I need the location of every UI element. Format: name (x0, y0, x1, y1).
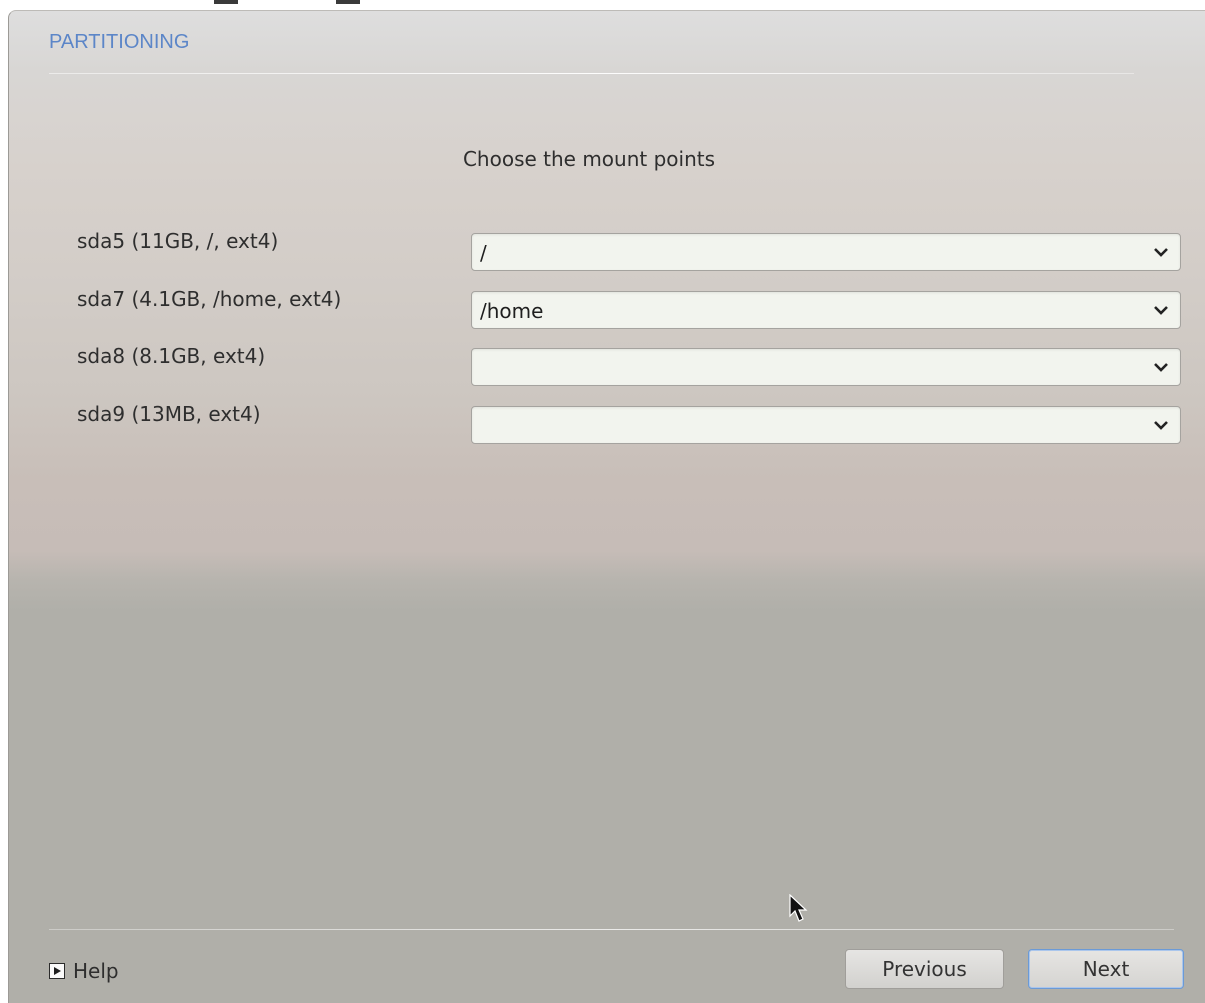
title-divider (49, 73, 1134, 74)
partition-row-sda7: sda7 (4.1GB, /home, ext4) /home (9, 287, 1205, 331)
partition-label: sda9 (13MB, ext4) (77, 402, 261, 426)
partition-label: sda8 (8.1GB, ext4) (77, 344, 266, 368)
section-title: PARTITIONING (49, 31, 190, 53)
mount-point-combo-sda5[interactable]: / (471, 233, 1181, 271)
help-label[interactable]: Help (73, 959, 119, 983)
partition-row-sda5: sda5 (11GB, /, ext4) / (9, 229, 1205, 273)
partition-row-sda9: sda9 (13MB, ext4) (9, 402, 1205, 446)
help-toggle[interactable]: Help (49, 957, 119, 985)
mount-point-combo-sda7[interactable]: /home (471, 291, 1181, 329)
installer-window: PARTITIONING Choose the mount points sda… (8, 10, 1205, 1003)
mount-point-combo-sda9[interactable] (471, 406, 1181, 444)
chevron-down-icon[interactable] (1152, 360, 1170, 374)
mount-point-value[interactable]: / (480, 241, 487, 265)
mount-points-prompt: Choose the mount points (462, 147, 716, 171)
chevron-down-icon[interactable] (1152, 303, 1170, 317)
top-strip-mark (336, 0, 360, 4)
partition-label: sda7 (4.1GB, /home, ext4) (77, 287, 342, 311)
next-button[interactable]: Next (1028, 949, 1184, 989)
chevron-down-icon[interactable] (1152, 418, 1170, 432)
top-strip (0, 0, 1205, 10)
chevron-down-icon[interactable] (1152, 245, 1170, 259)
previous-button[interactable]: Previous (845, 949, 1004, 989)
partition-label: sda5 (11GB, /, ext4) (77, 229, 279, 253)
mount-point-combo-sda8[interactable] (471, 348, 1181, 386)
top-strip-mark (214, 0, 238, 4)
mouse-pointer-icon (789, 894, 808, 922)
footer-divider (49, 929, 1174, 930)
partition-row-sda8: sda8 (8.1GB, ext4) (9, 344, 1205, 388)
mount-point-value[interactable]: /home (480, 299, 543, 323)
expand-arrow-icon[interactable] (49, 963, 65, 979)
